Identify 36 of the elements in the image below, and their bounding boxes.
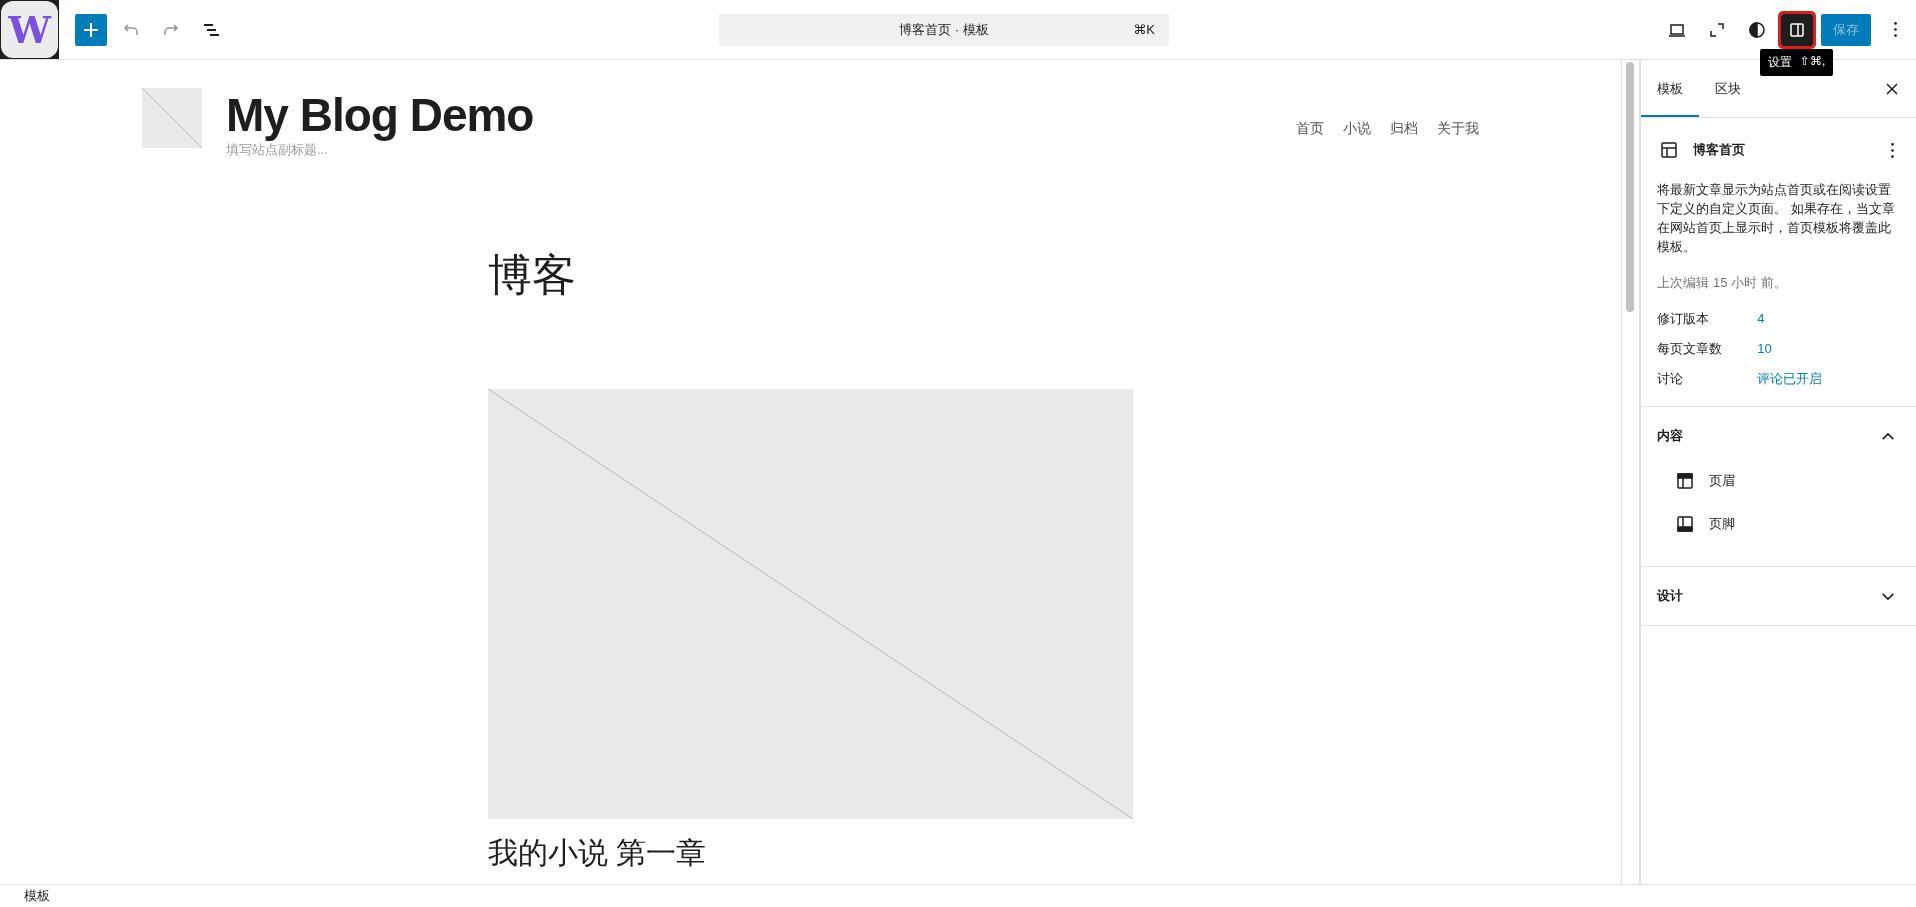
property-label: 修订版本 bbox=[1657, 310, 1711, 328]
sidebar-tab[interactable]: 区块 bbox=[1699, 60, 1758, 117]
template-part-item[interactable]: 页眉 bbox=[1709, 472, 1736, 490]
last-edited: 上次编辑 15 小时 前。 bbox=[1657, 274, 1788, 292]
document-title: 博客首页 · 模板 bbox=[899, 20, 989, 39]
shortcut-label: ⌘K bbox=[1133, 22, 1155, 37]
panel-toggle[interactable]: 设计 bbox=[1657, 583, 1900, 609]
nav-link[interactable]: 小说 bbox=[1343, 120, 1372, 138]
chevron-up-icon bbox=[1882, 432, 1894, 440]
tagline-field[interactable]: 填写站点副标题... bbox=[226, 142, 426, 157]
tooltip: 设置 ⇧⌘, bbox=[1760, 49, 1834, 76]
scrollbar[interactable] bbox=[1621, 60, 1641, 884]
chevron-down-icon bbox=[1882, 592, 1894, 600]
site-logo[interactable]: W bbox=[0, 0, 59, 59]
breadcrumb[interactable]: 模板 bbox=[24, 887, 50, 905]
property-label: 每页文章数 bbox=[1657, 340, 1724, 358]
more-icon bbox=[1890, 142, 1894, 158]
sidebar-tab[interactable]: 模板 bbox=[1641, 60, 1700, 117]
template-part-item[interactable]: 页脚 bbox=[1709, 515, 1736, 533]
property-link[interactable]: 4 bbox=[1757, 308, 1900, 330]
property-link[interactable]: 10 bbox=[1757, 338, 1900, 360]
settings-button[interactable] bbox=[1781, 13, 1813, 46]
command-bar[interactable]: 博客首页 · 模板 ⌘K bbox=[719, 13, 1169, 46]
nav-link[interactable]: 关于我 bbox=[1437, 120, 1480, 138]
post-title[interactable]: 我的小说 第一章 bbox=[488, 835, 1134, 871]
property-link[interactable]: 评论已开启 bbox=[1757, 368, 1900, 390]
nav-link[interactable]: 首页 bbox=[1296, 120, 1325, 138]
template-name: 博客首页 bbox=[1693, 141, 1746, 159]
template-description: 将最新文章显示为站点首页或在阅读设置下定义的自定义页面。 如果存在，当文章在网站首页上显示时，首页模板将覆盖此模板。 bbox=[1657, 181, 1896, 256]
panel-toggle[interactable]: 内容 bbox=[1657, 423, 1900, 449]
nav-link[interactable]: 归档 bbox=[1390, 120, 1419, 138]
property-label: 讨论 bbox=[1657, 370, 1685, 388]
add-block-button[interactable] bbox=[75, 13, 107, 46]
page-heading[interactable]: 博客 bbox=[488, 247, 1134, 303]
site-title[interactable]: My Blog Demo bbox=[226, 88, 534, 142]
more-icon bbox=[1893, 22, 1897, 37]
